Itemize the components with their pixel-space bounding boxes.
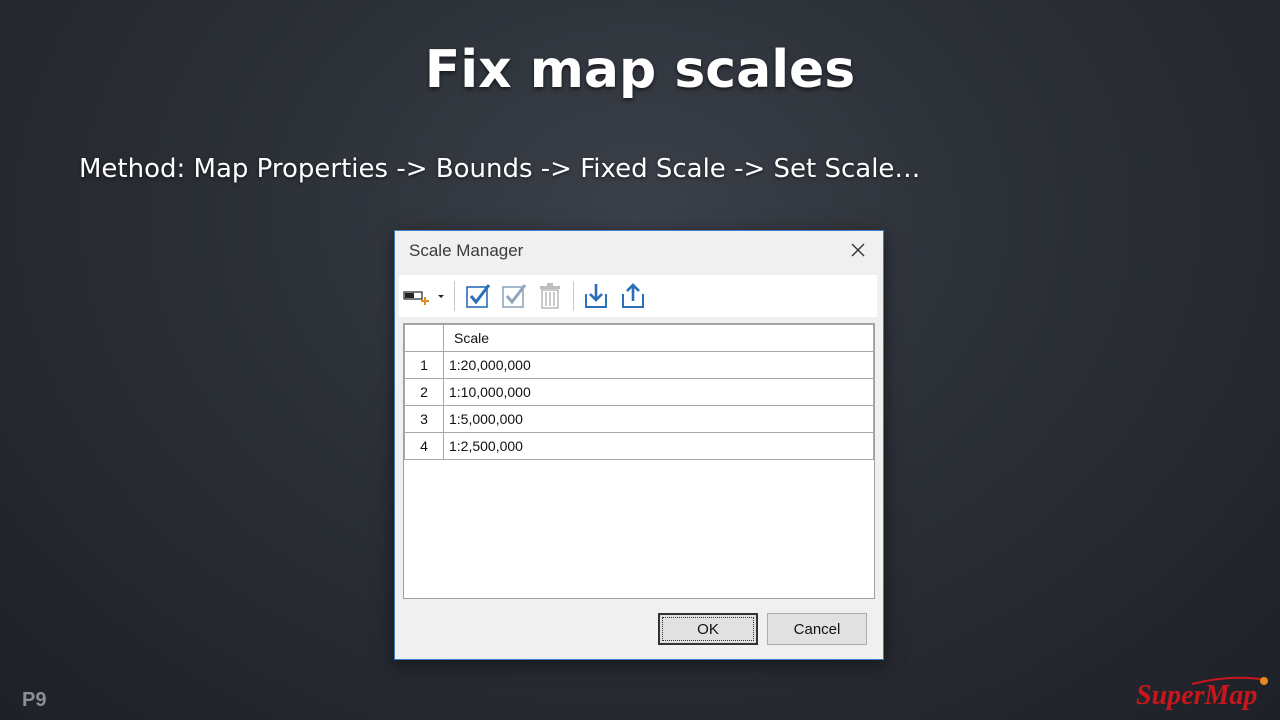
slide-title: Fix map scales <box>424 40 856 100</box>
supermap-logo: SuperMap <box>1132 672 1272 718</box>
scale-cell[interactable]: 1:10,000,000 <box>443 378 874 406</box>
import-button[interactable] <box>581 283 611 309</box>
export-icon <box>622 283 644 308</box>
table-row[interactable]: 2 1:10,000,000 <box>404 378 874 406</box>
table-row[interactable]: 4 1:2,500,000 <box>404 432 874 460</box>
export-button[interactable] <box>618 283 648 309</box>
scale-cell[interactable]: 1:5,000,000 <box>443 405 874 433</box>
table-row[interactable]: 1 1:20,000,000 <box>404 351 874 379</box>
select-all-button[interactable] <box>463 283 493 309</box>
dropdown-arrow-icon <box>438 295 444 298</box>
invert-select-button[interactable] <box>499 283 529 309</box>
scale-table: Scale 1 1:20,000,000 2 1:10,000,000 3 1:… <box>403 323 875 599</box>
toolbar <box>399 275 877 317</box>
focus-rect <box>662 617 754 641</box>
ok-button[interactable]: OK <box>658 613 758 645</box>
page-number: P9 <box>22 689 47 711</box>
scale-cell[interactable]: 1:2,500,000 <box>443 432 874 460</box>
cancel-button[interactable]: Cancel <box>767 613 867 645</box>
scale-cell[interactable]: 1:20,000,000 <box>443 351 874 379</box>
close-icon <box>851 243 865 257</box>
method-text: Method: Map Properties -> Bounds -> Fixe… <box>79 154 921 184</box>
row-number: 3 <box>404 405 444 433</box>
invert-select-icon <box>502 284 527 308</box>
delete-button[interactable] <box>535 283 565 309</box>
add-scale-icon <box>403 291 429 305</box>
add-scale-button[interactable] <box>403 283 433 309</box>
add-scale-dropdown[interactable] <box>435 283 447 309</box>
logo-text: SuperMap <box>1136 680 1258 711</box>
select-all-icon <box>466 284 491 308</box>
delete-icon <box>540 283 560 309</box>
row-number: 2 <box>404 378 444 406</box>
scale-column-header[interactable]: Scale <box>443 324 874 352</box>
import-icon <box>585 284 607 308</box>
close-button[interactable] <box>847 239 869 261</box>
dialog-title: Scale Manager <box>409 241 524 260</box>
row-number-header <box>404 324 444 352</box>
scale-manager-dialog: Scale Manager Scale 1 1:20,000,000 2 1:1… <box>394 230 884 660</box>
cancel-label: Cancel <box>793 620 841 638</box>
row-number: 4 <box>404 432 444 460</box>
row-number: 1 <box>404 351 444 379</box>
table-row[interactable]: 3 1:5,000,000 <box>404 405 874 433</box>
